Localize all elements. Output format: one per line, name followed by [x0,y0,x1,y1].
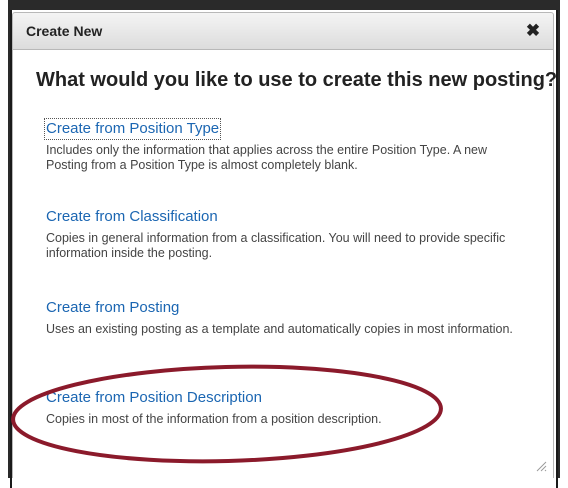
create-from-posting-link[interactable]: Create from Posting [46,299,179,317]
create-from-classification-link[interactable]: Create from Classification [46,208,218,226]
dialog-content: What would you like to use to create thi… [12,50,558,478]
create-from-position-type-link[interactable]: Create from Position Type [43,118,222,140]
option-classification: Create from Classification Copies in gen… [46,208,531,261]
option-description: Copies in most of the information from a… [46,412,382,426]
option-posting: Create from Posting Uses an existing pos… [46,299,531,337]
option-description: Copies in general information from a cla… [46,231,506,260]
option-description: Uses an existing posting as a template a… [46,322,513,336]
dialog-title: Create New [26,23,103,39]
dialog-titlebar[interactable]: Create New ✖ [12,12,554,50]
dialog-question: What would you like to use to create thi… [36,69,558,91]
option-position-description: Create from Position Description Copies … [46,389,531,427]
option-description: Includes only the information that appli… [46,143,488,172]
close-icon[interactable]: ✖ [523,20,543,42]
create-from-position-description-link[interactable]: Create from Position Description [46,389,262,407]
option-position-type: Create from Position Type Includes only … [43,118,531,173]
resize-grip-icon[interactable] [535,460,547,472]
